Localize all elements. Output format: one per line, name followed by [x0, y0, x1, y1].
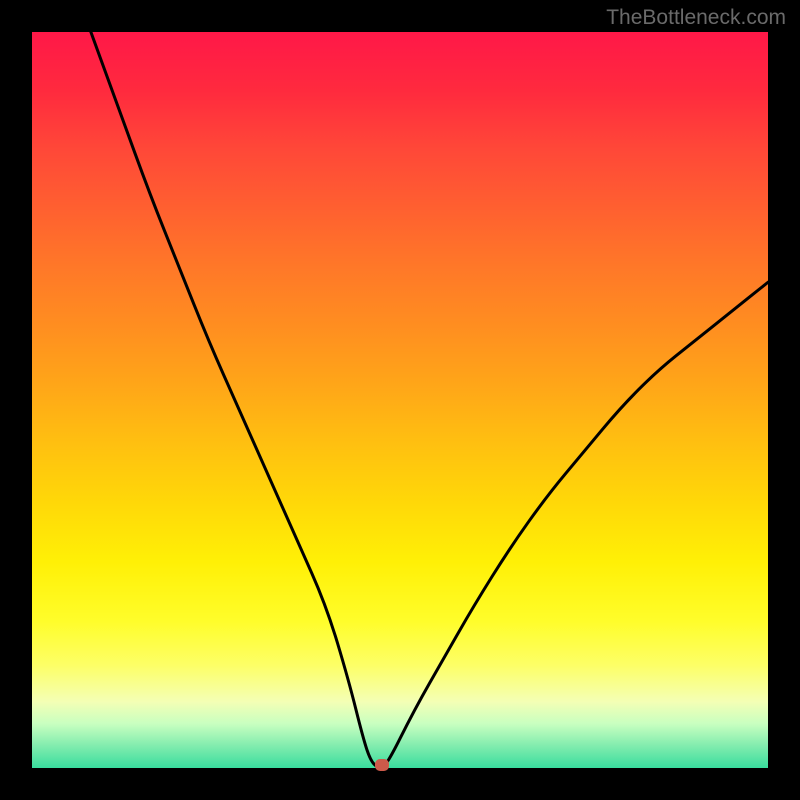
optimum-marker — [375, 759, 389, 771]
chart-plot-area — [32, 32, 768, 768]
bottleneck-curve — [32, 32, 768, 768]
watermark-text: TheBottleneck.com — [606, 6, 786, 30]
